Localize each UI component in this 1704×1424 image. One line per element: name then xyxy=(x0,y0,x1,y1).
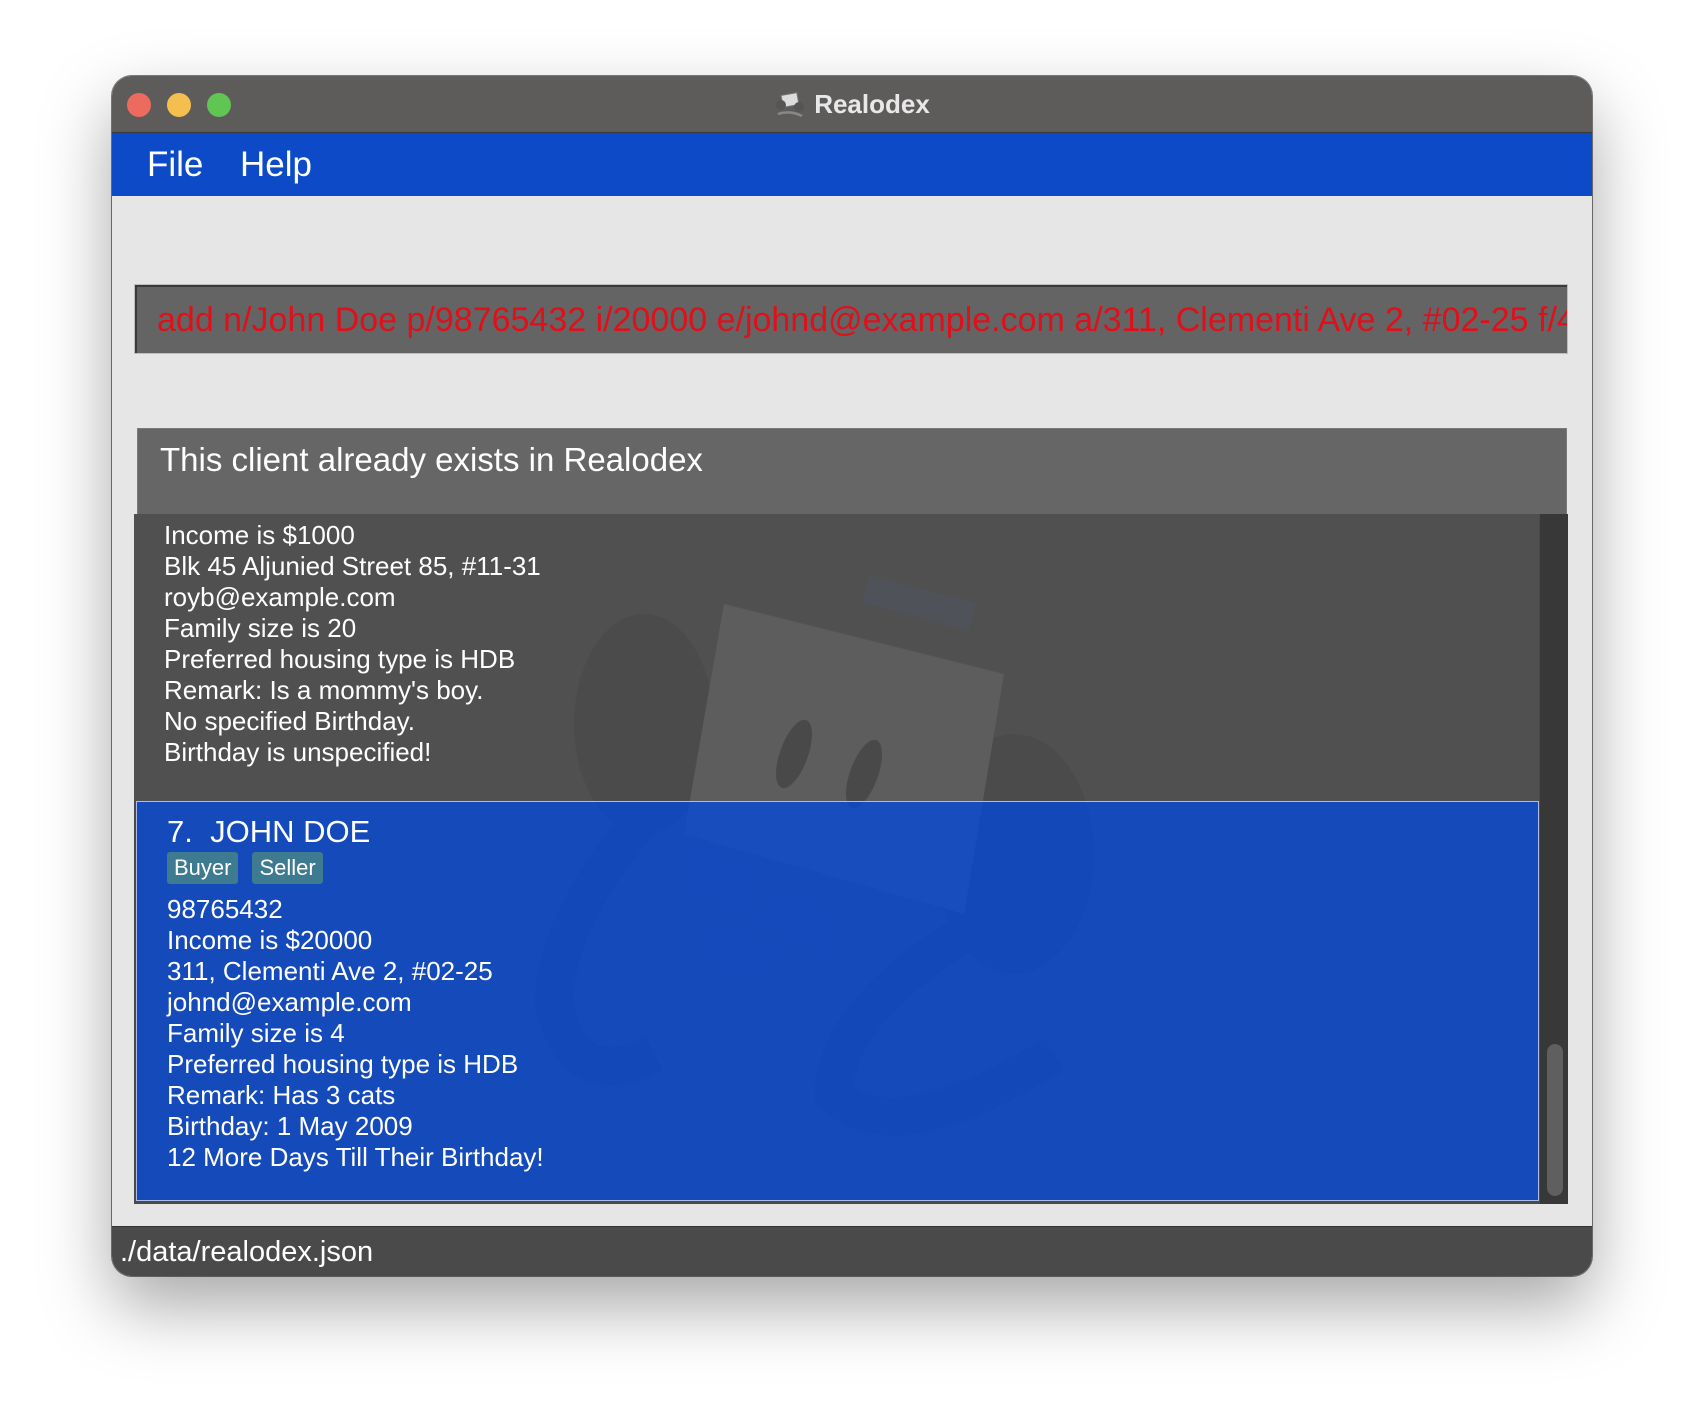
card-tags: Buyer Seller xyxy=(167,852,323,884)
card-housing-type: Preferred housing type is HDB xyxy=(167,1049,519,1079)
card-birthday-countdown: 12 More Days Till Their Birthday! xyxy=(167,1142,544,1172)
card-email: johnd@example.com xyxy=(167,987,412,1017)
rolodex-app-icon xyxy=(776,92,805,118)
menu-file[interactable]: File xyxy=(147,133,203,196)
card-income: Income is $1000 xyxy=(164,520,355,550)
command-input[interactable]: add n/John Doe p/98765432 i/20000 e/john… xyxy=(134,284,1568,354)
client-list-panel[interactable]: Income is $1000 Blk 45 Aljunied Street 8… xyxy=(134,514,1568,1204)
command-input-text[interactable]: add n/John Doe p/98765432 i/20000 e/john… xyxy=(157,285,1567,353)
card-email: royb@example.com xyxy=(164,582,396,612)
card-income: Income is $20000 xyxy=(167,925,373,955)
status-bar: ./data/realodex.json xyxy=(112,1226,1592,1276)
card-birthday: Birthday: 1 May 2009 xyxy=(167,1111,413,1141)
card-remark: Remark: Has 3 cats xyxy=(167,1080,396,1110)
card-family-size: Family size is 4 xyxy=(167,1018,345,1048)
card-phone: 98765432 xyxy=(167,894,283,924)
list-scrollbar[interactable] xyxy=(1540,514,1568,1204)
app-window: Realodex File Help add n/John Doe p/9876… xyxy=(112,76,1592,1276)
card-name-text: JOHN DOE xyxy=(210,814,371,849)
menu-help[interactable]: Help xyxy=(240,133,312,196)
card-birthday: No specified Birthday. xyxy=(164,706,415,736)
client-card-previous[interactable]: Income is $1000 Blk 45 Aljunied Street 8… xyxy=(134,514,1539,801)
window-title: Realodex xyxy=(814,88,930,119)
menu-bar: File Help xyxy=(112,133,1592,196)
client-card-selected[interactable]: 7. JOHN DOE Buyer Seller 98765432 Income… xyxy=(136,801,1539,1201)
card-birthday-countdown: Birthday is unspecified! xyxy=(164,737,432,767)
card-remark: Remark: Is a mommy's boy. xyxy=(164,675,484,705)
card-address: 311, Clementi Ave 2, #02-25 xyxy=(167,956,493,986)
card-family-size: Family size is 20 xyxy=(164,613,357,643)
result-message: This client already exists in Realodex xyxy=(160,441,703,478)
tag-buyer: Buyer xyxy=(167,852,239,884)
card-index: 7. xyxy=(167,814,193,849)
scrollbar-thumb[interactable] xyxy=(1547,1044,1563,1196)
card-name: 7. JOHN DOE xyxy=(167,814,370,850)
title-bar: Realodex xyxy=(112,76,1592,133)
command-area: add n/John Doe p/98765432 i/20000 e/john… xyxy=(112,196,1592,596)
card-address: Blk 45 Aljunied Street 85, #11-31 xyxy=(164,551,541,581)
tag-seller: Seller xyxy=(252,852,323,884)
status-file-path: ./data/realodex.json xyxy=(120,1236,374,1268)
card-housing-type: Preferred housing type is HDB xyxy=(164,644,516,674)
